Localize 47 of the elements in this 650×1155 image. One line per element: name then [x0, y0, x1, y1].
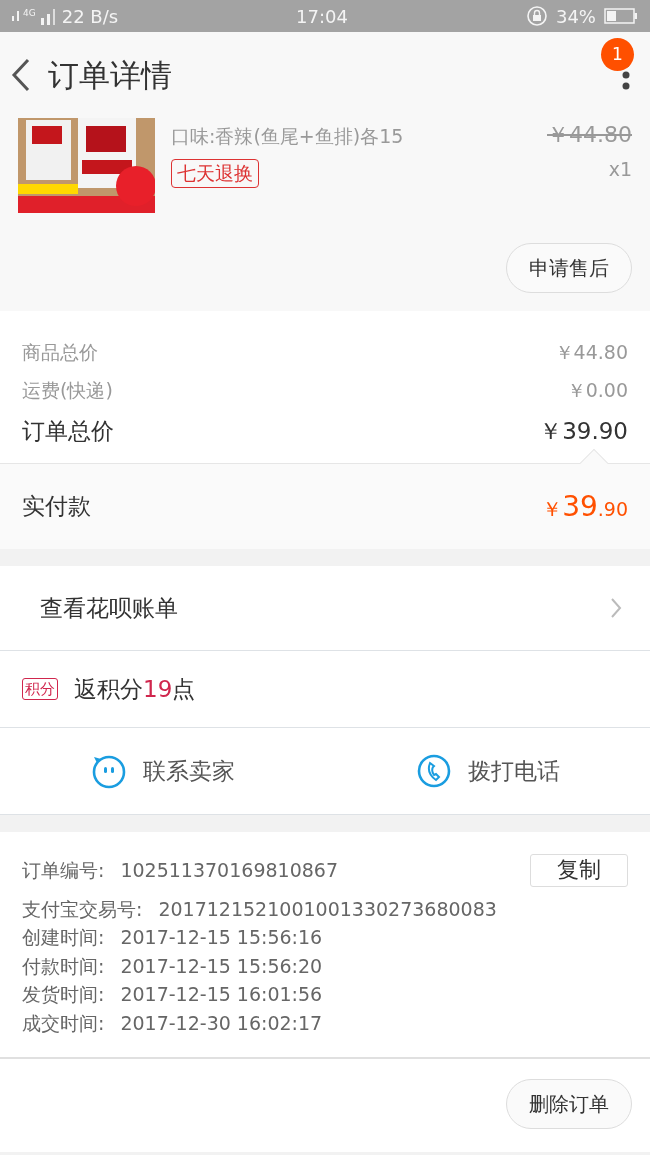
call-button[interactable]: 拨打电话 [325, 746, 650, 796]
price-label: 商品总价 [22, 340, 98, 365]
info-label: 付款时间: [22, 953, 105, 979]
paid-label: 实付款 [22, 492, 91, 522]
product-spec: 口味:香辣(鱼尾+鱼排)各15 [171, 124, 404, 149]
contact-seller-button[interactable]: 联系卖家 [0, 746, 325, 796]
info-value: 2017121521001001330273680083 [158, 896, 497, 922]
chevron-right-icon [610, 597, 622, 619]
page-title: 订单详情 [48, 55, 172, 95]
chat-icon [90, 753, 127, 789]
info-label: 发货时间: [22, 982, 105, 1007]
phone-icon [415, 753, 452, 789]
network-label: 4G [23, 6, 36, 20]
signal-bars-icon [39, 6, 58, 26]
info-value: 2017-12-15 15:56:20 [120, 953, 323, 979]
delete-order-button[interactable]: 删除订单 [506, 1079, 632, 1129]
info-value: 2017-12-30 16:02:17 [120, 1010, 323, 1036]
price-value: ￥44.80 [554, 340, 628, 365]
points-tag: 积分 [22, 678, 58, 700]
copy-button[interactable]: 复制 [530, 854, 628, 887]
info-value: 102511370169810867 [120, 858, 338, 883]
huabei-bill-label: 查看花呗账单 [40, 593, 178, 623]
original-price: ￥44.80 [547, 121, 632, 149]
info-label: 创建时间: [22, 925, 105, 950]
price-value: ￥39.90 [539, 417, 628, 446]
price-label: 订单总价 [22, 417, 114, 446]
network-speed: 22 B/s [61, 4, 119, 29]
points-text: 返积分19点 [74, 674, 196, 704]
after-sales-button[interactable]: 申请售后 [506, 243, 632, 293]
notification-badge: 1 [601, 38, 634, 71]
rotation-lock-icon [525, 5, 548, 27]
info-value: 2017-12-15 16:01:56 [120, 982, 323, 1007]
price-value: ￥0.00 [566, 378, 628, 403]
info-label: 订单编号: [22, 858, 105, 883]
huabei-bill-row[interactable]: 查看花呗账单 [0, 566, 650, 651]
paid-amount: ￥39.90 [542, 488, 628, 525]
battery-level: 34% [555, 4, 596, 29]
info-label: 支付宝交易号: [22, 896, 143, 922]
clock: 17:04 [296, 4, 348, 29]
quantity: x1 [608, 157, 632, 182]
return-policy-tag: 七天退换 [171, 158, 259, 188]
info-value: 2017-12-15 15:56:16 [120, 925, 323, 950]
battery-icon [604, 7, 638, 25]
signal-icon [12, 11, 19, 21]
back-icon[interactable] [10, 57, 32, 93]
info-label: 成交时间: [22, 1010, 105, 1036]
price-label: 运费(快递) [22, 378, 113, 403]
